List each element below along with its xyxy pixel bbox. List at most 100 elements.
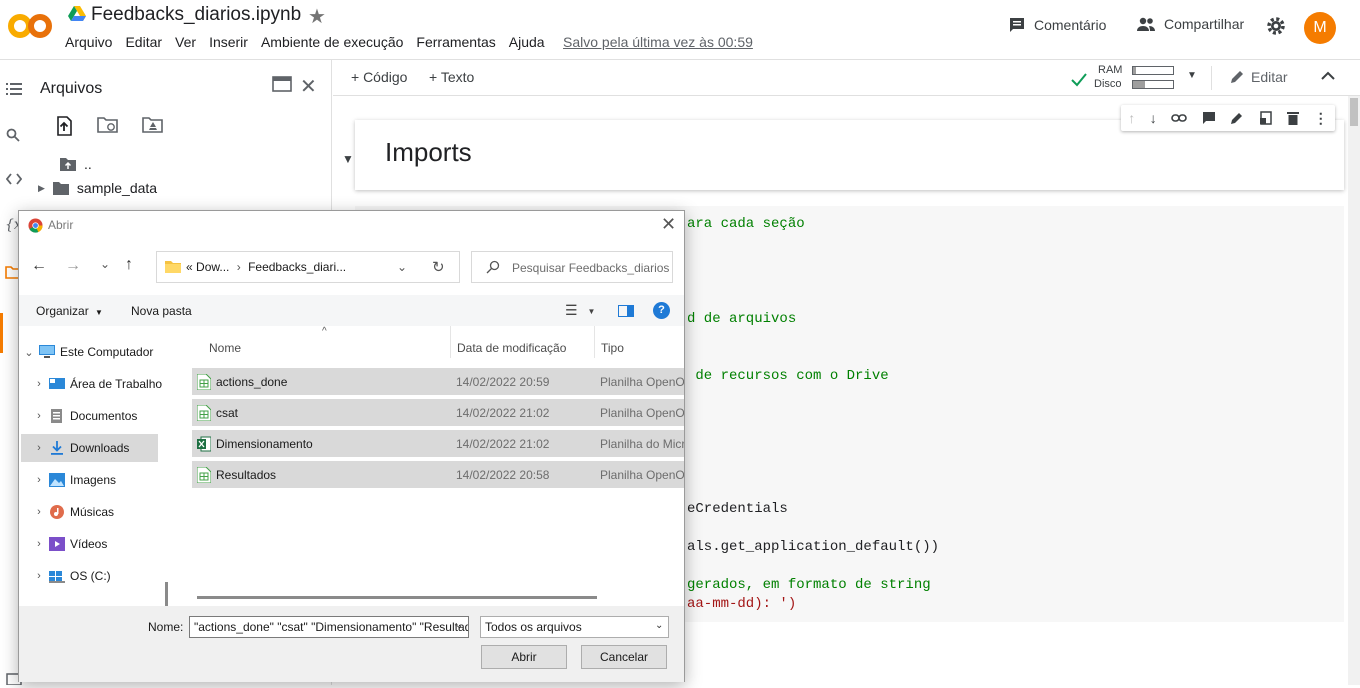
chevron-right-icon[interactable]: ›	[29, 442, 49, 454]
chevron-up-icon[interactable]	[1321, 68, 1335, 84]
chevron-down-icon[interactable]: ⌄	[19, 346, 39, 359]
comment-icon[interactable]	[1202, 111, 1216, 125]
column-header-date[interactable]: Data de modificação	[457, 341, 566, 355]
nav-label: Imagens	[70, 473, 117, 487]
chevron-right-icon[interactable]: ›	[29, 474, 49, 486]
more-icon[interactable]: ⋮	[1314, 110, 1328, 127]
chevron-down-icon[interactable]: ▼	[1187, 70, 1197, 81]
edit-button[interactable]: Editar	[1229, 69, 1288, 85]
nav-item-pictures[interactable]: › Imagens	[29, 466, 169, 494]
column-divider[interactable]	[594, 326, 595, 358]
forward-arrow-icon[interactable]: →	[65, 257, 81, 275]
nav-item-computer[interactable]: ⌄ Este Computador	[19, 338, 159, 366]
add-code-button[interactable]: + Código	[351, 69, 407, 85]
chevron-right-icon[interactable]: ›	[29, 570, 49, 582]
help-icon[interactable]: ?	[653, 302, 670, 319]
menu-inserir[interactable]: Inserir	[209, 34, 248, 50]
pencil-icon[interactable]	[1230, 111, 1244, 125]
refresh-icon[interactable]: ↻	[432, 258, 445, 276]
chevron-right-icon[interactable]: ›	[29, 378, 49, 390]
scrollbar-thumb[interactable]	[1350, 98, 1358, 126]
file-row[interactable]: csat 14/02/2022 21:02 Planilha OpenOffic…	[192, 399, 684, 426]
ram-bar	[1132, 66, 1174, 75]
avatar[interactable]: M	[1304, 12, 1336, 44]
menu-ferramentas[interactable]: Ferramentas	[416, 34, 495, 50]
vertical-scrollbar[interactable]	[1348, 96, 1360, 685]
nav-item-drive-c[interactable]: › OS (C:)	[29, 562, 169, 590]
file-type: Planilha do Microsoft Excel	[600, 437, 684, 451]
move-down-icon[interactable]: ↓	[1150, 110, 1157, 126]
share-button[interactable]: Compartilhar	[1136, 16, 1244, 32]
dialog-footer: Nome: "actions_done" "csat" "Dimensionam…	[19, 606, 684, 682]
file-name-input[interactable]: "actions_done" "csat" "Dimensionamento" …	[189, 616, 469, 638]
colab-logo[interactable]	[8, 12, 52, 40]
file-row[interactable]: Resultados 14/02/2022 20:58 Planilha Ope…	[192, 461, 684, 488]
mirror-cell-icon[interactable]	[1259, 111, 1273, 125]
move-up-icon[interactable]: ↑	[1128, 110, 1135, 126]
chevron-down-icon[interactable]: ⌄	[455, 620, 463, 631]
breadcrumb-downloads[interactable]: Dow...	[196, 260, 229, 274]
comment-button[interactable]: Comentário	[1008, 16, 1106, 34]
upload-icon[interactable]	[54, 116, 76, 136]
address-bar[interactable]: « Dow... › Feedbacks_diari... ⌄ ↻	[156, 251, 460, 283]
new-folder-button[interactable]: Nova pasta	[131, 304, 192, 318]
menu-ver[interactable]: Ver	[175, 34, 196, 50]
chevron-right-icon[interactable]: ›	[29, 506, 49, 518]
dialog-titlebar[interactable]: Abrir ✕	[19, 211, 684, 241]
close-icon[interactable]: ✕	[300, 74, 317, 99]
preview-pane-icon[interactable]	[618, 304, 634, 317]
file-row[interactable]: Dimensionamento 14/02/2022 21:02 Planilh…	[192, 430, 684, 457]
column-divider[interactable]	[450, 326, 451, 358]
trash-icon[interactable]	[1287, 111, 1300, 125]
nav-item-videos[interactable]: › Vídeos	[29, 530, 169, 558]
cancel-button[interactable]: Cancelar	[581, 645, 667, 669]
chevron-down-icon[interactable]: ⌄	[655, 620, 663, 631]
back-arrow-icon[interactable]: ←	[31, 257, 47, 275]
menu-ambiente[interactable]: Ambiente de execução	[261, 34, 403, 50]
parent-folder-row[interactable]: ..	[60, 156, 92, 172]
chevron-down-icon[interactable]: ⌄	[100, 257, 110, 271]
open-button[interactable]: Abrir	[481, 645, 567, 669]
nav-item-music[interactable]: › Músicas	[29, 498, 169, 526]
refresh-folder-icon[interactable]	[97, 116, 119, 136]
file-type: Planilha OpenOffice	[600, 375, 684, 389]
organize-button[interactable]: Organizar ▼	[36, 304, 103, 318]
toc-icon[interactable]	[6, 82, 22, 98]
notebook-title[interactable]: Feedbacks_diarios.ipynb	[91, 4, 301, 26]
nav-item-desktop[interactable]: › Área de Trabalho	[29, 370, 169, 398]
view-options-button[interactable]: ☰ ▼	[565, 302, 595, 319]
code-snippets-icon[interactable]	[5, 172, 23, 188]
menu-arquivo[interactable]: Arquivo	[65, 34, 112, 50]
chevron-right-icon[interactable]: ›	[29, 410, 49, 422]
file-row[interactable]: actions_done 14/02/2022 20:59 Planilha O…	[192, 368, 684, 395]
nav-item-downloads[interactable]: › Downloads	[21, 434, 158, 462]
nav-item-documents[interactable]: › Documentos	[29, 402, 169, 430]
add-text-button[interactable]: + Texto	[429, 69, 474, 85]
up-arrow-icon[interactable]: ↑	[125, 256, 133, 274]
mount-drive-icon[interactable]	[142, 116, 164, 136]
file-name: Resultados	[216, 468, 277, 482]
star-icon[interactable]: ★	[308, 4, 326, 29]
collapse-caret-icon[interactable]: ▼	[342, 152, 354, 166]
command-bar: Organizar ▼ Nova pasta ☰ ▼ ?	[19, 295, 684, 326]
sample-data-row[interactable]: ▶ sample_data	[38, 180, 157, 196]
horizontal-scrollbar[interactable]	[197, 596, 597, 599]
menu-editar[interactable]: Editar	[125, 34, 162, 50]
maximize-icon[interactable]	[272, 76, 292, 92]
column-header-name[interactable]: Nome	[209, 341, 241, 355]
google-drive-icon[interactable]	[68, 6, 86, 22]
link-icon[interactable]	[1171, 113, 1188, 123]
chevron-down-icon[interactable]: ⌄	[397, 260, 407, 274]
chevron-right-icon[interactable]: ›	[29, 538, 49, 550]
close-icon[interactable]: ✕	[661, 214, 676, 235]
search-icon[interactable]	[6, 128, 22, 144]
gear-icon[interactable]	[1266, 16, 1286, 36]
file-type-select[interactable]: Todos os arquivos	[480, 616, 669, 638]
search-input[interactable]: Pesquisar Feedbacks_diarios	[471, 251, 673, 283]
menu-ajuda[interactable]: Ajuda	[509, 34, 545, 50]
chevron-down-icon: ▼	[587, 306, 596, 316]
breadcrumb-folder[interactable]: Feedbacks_diari...	[248, 260, 346, 274]
column-header-type[interactable]: Tipo	[601, 341, 624, 355]
expand-chevron-icon[interactable]: ▶	[38, 183, 45, 194]
saved-status-link[interactable]: Salvo pela última vez às 00:59	[563, 34, 753, 50]
